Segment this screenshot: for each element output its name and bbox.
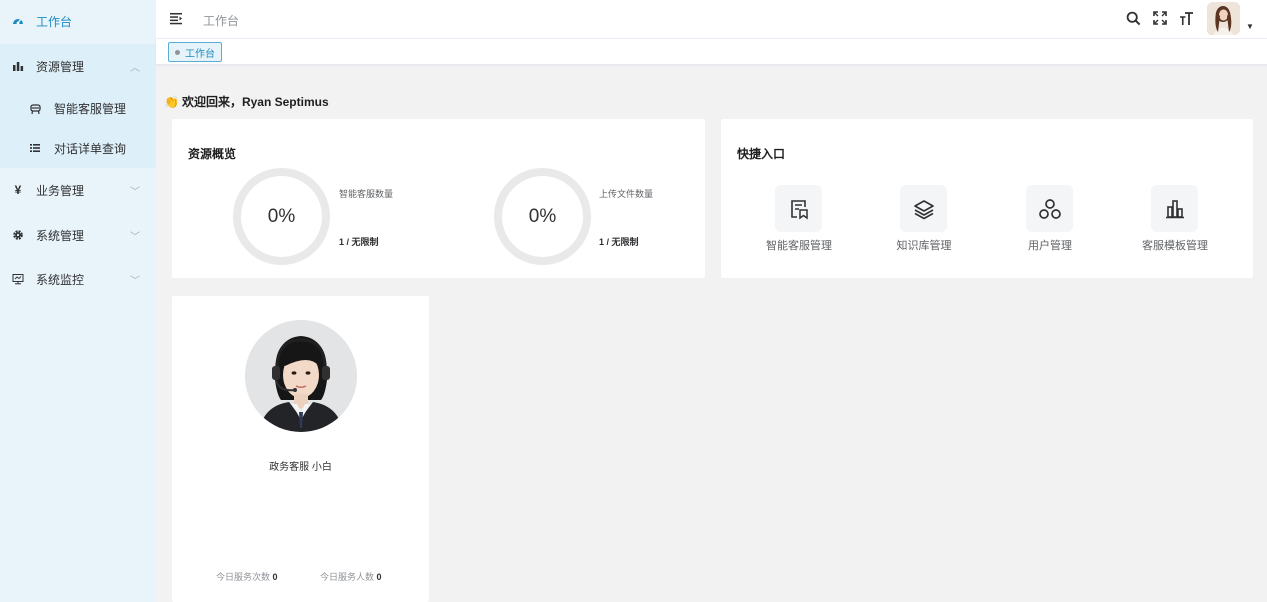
sidebar-item-label: 系统管理 — [36, 228, 85, 243]
card-title: 资源概览 — [188, 147, 237, 161]
quick-entry-label: 智能客服管理 — [766, 240, 832, 252]
welcome-heading: 👏 欢迎回来，Ryan Septimus — [164, 93, 329, 110]
card-title: 快捷入口 — [737, 147, 786, 161]
sidebar-item-dashboard[interactable]: 工作台 — [0, 3, 156, 39]
progress-percent: 0% — [267, 205, 296, 227]
resource-overview-card: 资源概览 0% 智能客服数量 1 / 无限制 0% 上传文件数量 1 / 无限制 — [172, 119, 705, 278]
sidebar-item-smart-service[interactable]: 智能客服管理 — [0, 90, 156, 126]
quick-entry-label: 客服模板管理 — [1142, 240, 1208, 252]
agent-avatar — [245, 320, 357, 432]
search-icon[interactable] — [1125, 10, 1141, 26]
agent-card[interactable]: 政务客服 小白 今日服务次数 0 今日服务人数 0 — [172, 296, 429, 602]
breadcrumb[interactable]: 工作台 — [203, 12, 239, 29]
progress-percent: 0% — [528, 205, 557, 227]
quick-entry-smart-service[interactable]: 智能客服管理 — [749, 185, 849, 255]
sidebar: 工作台 资源管理 ︿ 智能客服管理 对话详单查询 ¥ 业务管理 ﹀ 系统管理 ﹀ — [0, 0, 156, 602]
welcome-text: 欢迎回来，Ryan Septimus — [181, 95, 329, 109]
chart-icon — [1151, 185, 1198, 232]
clap-icon: 👏 — [164, 94, 179, 109]
tag-label: 工作台 — [185, 48, 215, 60]
top-header: 工作台 ▼ — [156, 0, 1267, 39]
sidebar-item-label: 智能客服管理 — [54, 101, 127, 116]
stat-label: 智能客服数量 — [339, 189, 394, 199]
sidebar-item-monitor[interactable]: 系统监控 ﹀ — [0, 261, 156, 297]
tags-bar: 工作台 — [156, 39, 1267, 65]
progress-ring-files: 0% — [494, 168, 591, 265]
stat-value: 0 — [272, 572, 278, 582]
sidebar-item-dialog-query[interactable]: 对话详单查询 — [0, 130, 156, 166]
stat-label: 今日服务人数 — [320, 572, 375, 582]
list-icon — [28, 141, 42, 155]
stat-label: 今日服务次数 — [216, 572, 271, 582]
bar-chart-icon — [11, 59, 25, 73]
yen-icon: ¥ — [14, 183, 22, 197]
document-icon — [775, 185, 822, 232]
monitor-icon — [11, 272, 25, 286]
sidebar-item-label: 工作台 — [36, 14, 73, 29]
chevron-down-icon: ﹀ — [130, 231, 140, 243]
sidebar-item-label: 资源管理 — [36, 59, 85, 74]
sidebar-item-label: 业务管理 — [36, 183, 85, 198]
stat-value: 1 / 无限制 — [599, 237, 639, 247]
stat-value: 0 — [376, 572, 382, 582]
fullscreen-icon[interactable] — [1152, 10, 1168, 26]
robot-icon — [28, 101, 42, 115]
quick-entry-templates[interactable]: 客服模板管理 — [1125, 185, 1225, 255]
user-avatar[interactable] — [1207, 2, 1240, 35]
sidebar-item-label: 对话详单查询 — [54, 141, 127, 156]
sidebar-item-label: 系统监控 — [36, 272, 85, 287]
stat-label: 上传文件数量 — [599, 189, 654, 199]
stat-value: 1 / 无限制 — [339, 237, 379, 247]
font-size-icon[interactable] — [1178, 10, 1194, 26]
quick-entry-knowledge-base[interactable]: 知识库管理 — [874, 185, 974, 255]
menu-toggle-icon[interactable] — [169, 11, 183, 25]
quick-entry-label: 知识库管理 — [896, 240, 952, 252]
quick-entry-card: 快捷入口 智能客服管理 知识库管理 用户管理 客服模板管理 — [721, 119, 1253, 278]
chevron-down-icon: ﹀ — [130, 186, 140, 198]
sidebar-item-system[interactable]: 系统管理 ﹀ — [0, 217, 156, 253]
chevron-up-icon: ︿ — [130, 62, 140, 74]
users-icon — [1026, 185, 1073, 232]
dashboard-icon — [11, 14, 25, 28]
sidebar-item-business[interactable]: ¥ 业务管理 ﹀ — [0, 172, 156, 208]
progress-ring-agents: 0% — [233, 168, 330, 265]
quick-entry-users[interactable]: 用户管理 — [1000, 185, 1100, 255]
tag-dot-icon — [175, 49, 180, 55]
caret-down-icon[interactable]: ▼ — [1246, 22, 1254, 31]
chevron-down-icon: ﹀ — [130, 275, 140, 287]
today-service-people: 今日服务人数 0 — [320, 570, 382, 583]
gear-icon — [11, 228, 25, 242]
agent-name: 政务客服 小白 — [269, 462, 332, 473]
today-service-count: 今日服务次数 0 — [216, 570, 278, 583]
tag-dashboard[interactable]: 工作台 — [168, 42, 222, 62]
quick-entry-label: 用户管理 — [1028, 240, 1072, 252]
layers-icon — [900, 185, 947, 232]
sidebar-item-resources[interactable]: 资源管理 ︿ — [0, 48, 156, 84]
